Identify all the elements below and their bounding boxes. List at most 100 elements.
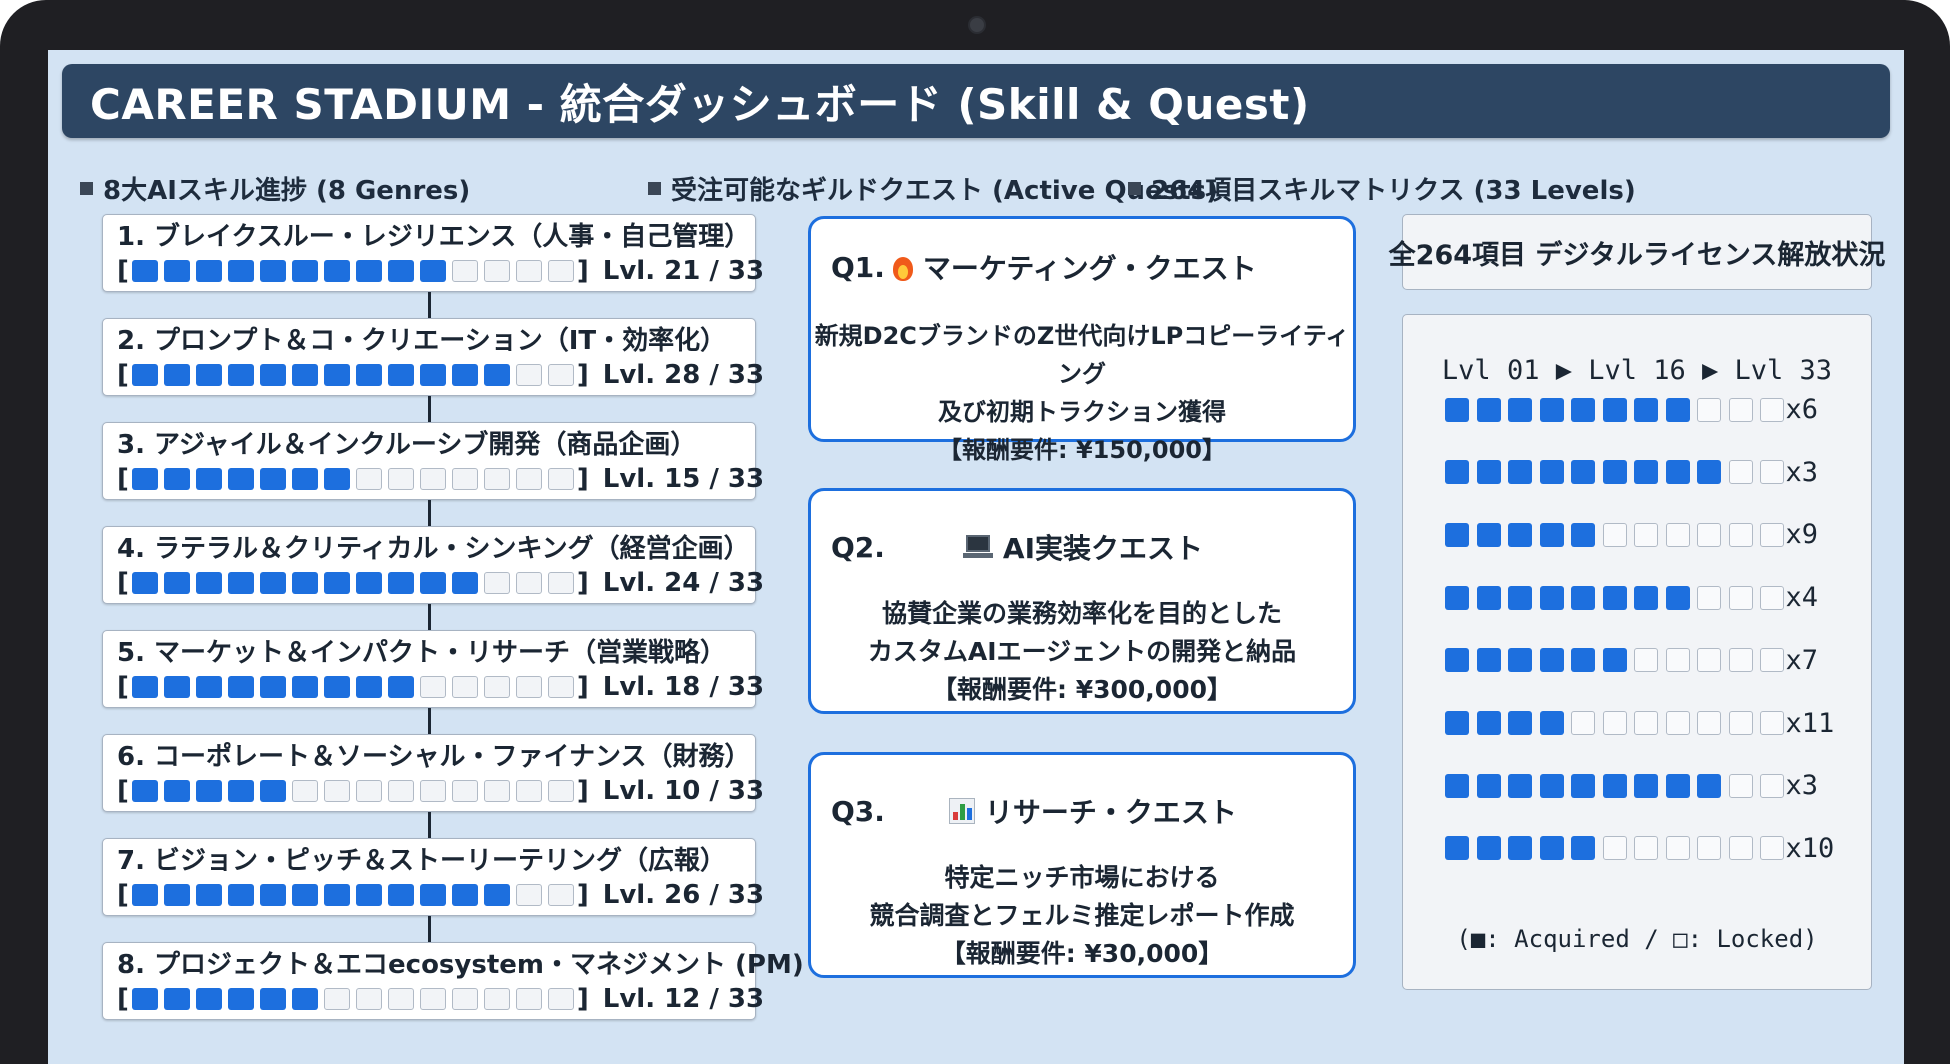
progress-cell-empty [355, 468, 382, 490]
progress-cell-filled [195, 676, 222, 698]
matrix-cell-acquired [1476, 836, 1501, 861]
skill-card[interactable]: 1. ブレイクスルー・レジリエンス（人事・自己管理） [] Lvl. 21 / 33 [102, 214, 764, 292]
progress-cell-filled [163, 260, 190, 282]
matrix-cell-acquired [1634, 397, 1658, 422]
progress-cell-empty [355, 780, 382, 802]
skill-progress-row: [] Lvl. 28 / 33 [117, 360, 764, 390]
progress-cell-filled [387, 260, 414, 282]
skill-card[interactable]: 8. プロジェクト＆エコecosystem・マネジメント (PM) [] Lvl. … [102, 942, 804, 1020]
matrix-cell-acquired [1476, 648, 1501, 673]
quest-card[interactable]: Q3. リサーチ・クエスト 特定ニッチ市場における 競合調査とフェルミ推定レポート作成… [808, 752, 1356, 978]
quest-label: Q3. [831, 794, 885, 828]
skill-level-text: Lvl. 26 / 33 [602, 880, 765, 910]
matrix-cell-acquired [1602, 773, 1627, 798]
bracket-open: [ [117, 984, 129, 1014]
progress-cell-filled [131, 884, 158, 906]
skill-level-text: Lvl. 21 / 33 [602, 256, 765, 286]
skill-name: 7. ビジョン・ピッチ＆ストーリーテリング（広報） [117, 846, 727, 876]
quest-card[interactable]: Q1. マーケティング・クエスト 新規D2CブランドのZ世代向けLPコピーライティン… [808, 216, 1356, 464]
skill-progress-row: [] Lvl. 26 / 33 [117, 880, 764, 910]
bracket-close: ] [576, 256, 589, 286]
matrix-cell-locked [1697, 836, 1721, 861]
progress-cell-filled [227, 780, 254, 802]
matrix-cell-locked [1760, 773, 1784, 798]
progress-cell-empty [451, 676, 478, 698]
skill-progress-bar [129, 364, 577, 386]
matrix-cell-acquired [1539, 773, 1564, 798]
skill-card[interactable]: 4. ラテラル＆クリティカル・シンキング（経営企画） [] Lvl. 24 / 33 [102, 526, 764, 604]
matrix-cell-locked [1697, 397, 1721, 422]
skill-card[interactable]: 5. マーケット＆インパクト・リサーチ（営業戦略） [] Lvl. 18 / 33 [102, 630, 764, 708]
matrix-cell-acquired [1445, 711, 1469, 735]
progress-cell-filled [259, 572, 286, 594]
skill-progress-bar [129, 260, 577, 282]
bullet-square-icon [1128, 182, 1141, 195]
matrix-cell-acquired [1539, 711, 1564, 735]
quest-card[interactable]: Q2. AI実装クエスト 協賛企業の業務効率化を目的とした カスタムAIエージェントの… [808, 488, 1356, 714]
matrix-cell-acquired [1571, 585, 1595, 610]
skill-card[interactable]: 7. ビジョン・ピッチ＆ストーリーテリング（広報） [] Lvl. 26 / 33 [102, 838, 764, 916]
progress-cell-empty [451, 260, 478, 282]
progress-cell-filled [355, 676, 382, 698]
bracket-close: ] [576, 360, 589, 390]
progress-cell-filled [227, 260, 254, 282]
matrix-cell-acquired [1665, 397, 1690, 422]
progress-cell-filled [259, 260, 286, 282]
progress-cell-filled [387, 364, 414, 386]
progress-cell-filled [387, 676, 414, 698]
matrix-cell-locked [1602, 711, 1627, 735]
matrix-cell-locked [1634, 836, 1658, 861]
progress-cell-empty [483, 468, 510, 490]
matrix-cell-acquired [1445, 773, 1469, 798]
matrix-cell-acquired [1445, 397, 1469, 422]
matrix-cell-locked [1728, 836, 1753, 861]
matrix-cell-locked [1728, 397, 1753, 422]
matrix-cell-acquired [1539, 648, 1564, 673]
skill-card[interactable]: 3. アジャイル＆インクルーシブ開発（商品企画） [] Lvl. 15 / 33 [102, 422, 764, 500]
progress-cell-empty [515, 884, 542, 906]
progress-cell-empty [547, 676, 574, 698]
progress-cell-empty [515, 780, 542, 802]
matrix-cell-locked [1697, 648, 1721, 673]
matrix-row-multiplier: x6 [1785, 394, 1819, 425]
matrix-cell-locked [1665, 711, 1690, 735]
progress-cell-filled [355, 572, 382, 594]
skill-progress-bar [129, 884, 577, 906]
progress-cell-filled [291, 572, 318, 594]
progress-cell-empty [483, 780, 510, 802]
matrix-row: x3 [1445, 457, 1818, 488]
laptop-bezel: CAREER STADIUM - 統合ダッシュボード (Skill & Ques… [0, 0, 1950, 1064]
skill-connector-line [428, 396, 431, 422]
matrix-cell-locked [1728, 711, 1753, 735]
matrix-cell-acquired [1445, 522, 1469, 547]
matrix-cell-locked [1634, 648, 1658, 673]
quest-description-line: カスタムAIエージェントの開発と納品 [867, 637, 1297, 666]
progress-cell-filled [259, 676, 286, 698]
skill-connector-line [428, 916, 431, 942]
matrix-cell-locked [1665, 648, 1690, 673]
progress-cell-filled [419, 884, 446, 906]
skill-card[interactable]: 2. プロンプト＆コ・クリエーション（IT・効率化） [] Lvl. 28 / 33 [102, 318, 764, 396]
quest-description-line: 競合調査とフェルミ推定レポート作成 [869, 901, 1295, 930]
progress-cell-filled [355, 364, 382, 386]
skill-card[interactable]: 6. コーポレート＆ソーシャル・ファイナンス（財務） [] Lvl. 10 / 33 [102, 734, 764, 812]
bracket-open: [ [117, 672, 129, 702]
laptop-icon [962, 535, 993, 559]
bracket-open: [ [117, 568, 129, 598]
progress-cell-filled [451, 364, 478, 386]
progress-cell-empty [451, 988, 478, 1010]
matrix-cell-acquired [1602, 648, 1627, 673]
progress-cell-filled [163, 364, 190, 386]
bracket-open: [ [117, 880, 129, 910]
matrix-row: x7 [1445, 645, 1818, 676]
progress-cell-empty [547, 364, 574, 386]
bracket-close: ] [576, 464, 589, 494]
matrix-cell-acquired [1602, 460, 1627, 485]
license-status-label: 全264項目 デジタルライセンス解放状況 [1389, 214, 1885, 290]
skill-level-text: Lvl. 24 / 33 [602, 568, 765, 598]
skills-section-label: 8大AIスキル進捗 (8 Genres) [103, 176, 471, 206]
progress-cell-filled [131, 676, 158, 698]
progress-cell-empty [547, 260, 574, 282]
skill-connector-line [428, 500, 431, 526]
matrix-cell-locked [1697, 585, 1721, 610]
